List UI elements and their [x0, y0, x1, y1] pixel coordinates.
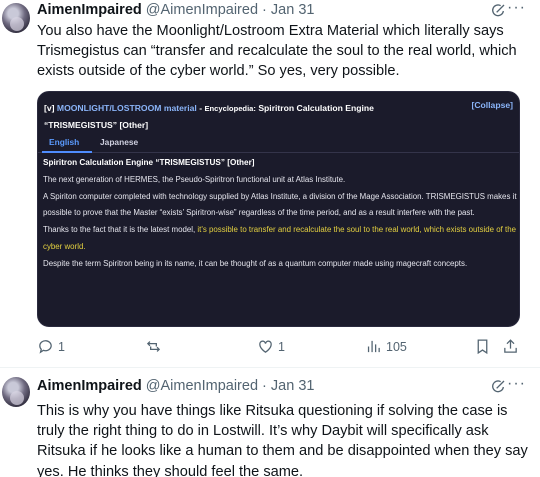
more-icon[interactable]: ···: [507, 375, 526, 393]
wiki-paragraph-highlight: Thanks to the fact that it is the latest…: [43, 222, 517, 256]
collapse-link: [Collapse]: [471, 100, 513, 110]
author-name[interactable]: AimenImpaired: [37, 2, 142, 18]
tab-underline: [42, 151, 92, 153]
repost-button[interactable]: [145, 338, 166, 355]
tweet-header: AimenImpaired @AimenImpaired · Jan 31 ··…: [37, 375, 540, 398]
tweet-text: You also have the Moonlight/Lostroom Ext…: [37, 23, 517, 80]
separator: ·: [262, 378, 267, 394]
wiki-subtitle: Spiritron Calculation Engine “TRISMEGIST…: [43, 158, 255, 167]
wiki-paragraph: A Spiriton computer completed with techn…: [43, 191, 517, 218]
tweet-date[interactable]: Jan 31: [271, 2, 315, 18]
separator: ·: [262, 2, 267, 18]
wiki-encyclopedia: Encyclopedia:: [204, 104, 256, 113]
share-icon: [504, 339, 517, 353]
author-name[interactable]: AimenImpaired: [37, 378, 142, 394]
grok-icon[interactable]: [490, 3, 506, 19]
repost-icon: [146, 341, 161, 352]
tweet-actions: 1 1 105: [37, 338, 540, 358]
reply-icon: [39, 340, 52, 354]
tweet[interactable]: AimenImpaired @AimenImpaired · Jan 31 ··…: [0, 0, 540, 368]
wiki-entry: Spiritron Calculation Engine: [255, 103, 374, 113]
author-handle[interactable]: @AimenImpaired: [146, 378, 258, 394]
tab-japanese: Japanese: [100, 137, 139, 147]
wiki-paragraph: Despite the term Spiritron being in its …: [43, 258, 468, 268]
author-handle[interactable]: @AimenImpaired: [146, 2, 258, 18]
tweet[interactable]: AimenImpaired @AimenImpaired · Jan 31 ··…: [0, 369, 540, 477]
avatar[interactable]: [2, 377, 30, 407]
bookmark-icon: [477, 339, 488, 355]
view-count: 105: [386, 339, 407, 354]
reply-count: 1: [58, 339, 65, 354]
more-icon[interactable]: ···: [507, 0, 526, 17]
tweet-header: AimenImpaired @AimenImpaired · Jan 31 ··…: [37, 0, 540, 22]
wiki-entry-line2: “TRISMEGISTUS” [Other]: [44, 120, 149, 130]
grok-icon[interactable]: [490, 379, 506, 395]
like-count: 1: [278, 339, 285, 354]
reply-button[interactable]: 1: [37, 338, 65, 355]
like-button[interactable]: 1: [257, 338, 285, 355]
wiki-title: MOONLIGHT/LOSTROOM material: [56, 103, 197, 113]
bookmark-button[interactable]: [474, 338, 491, 355]
wiki-prefix: [v]: [44, 103, 55, 113]
wiki-header: [v] MOONLIGHT/LOSTROOM material - Encycl…: [44, 100, 514, 134]
share-button[interactable]: [502, 338, 519, 355]
heart-icon: [259, 340, 272, 353]
tweet-text: This is why you have things like Ritsuka…: [37, 403, 528, 477]
wiki-body: Spiritron Calculation Engine “TRISMEGIST…: [43, 155, 517, 273]
views-button[interactable]: 105: [365, 338, 407, 355]
avatar[interactable]: [2, 3, 30, 33]
wiki-line: The next generation of HERMES, the Pseud…: [43, 174, 346, 184]
wiki-text: Thanks to the fact that it is the latest…: [43, 225, 198, 235]
tab-english: English: [49, 137, 80, 147]
tweet-date[interactable]: Jan 31: [271, 378, 315, 394]
embedded-image[interactable]: [v] MOONLIGHT/LOSTROOM material - Encycl…: [37, 91, 520, 327]
wiki-tabs: English Japanese: [38, 135, 519, 153]
views-icon: [367, 340, 380, 353]
